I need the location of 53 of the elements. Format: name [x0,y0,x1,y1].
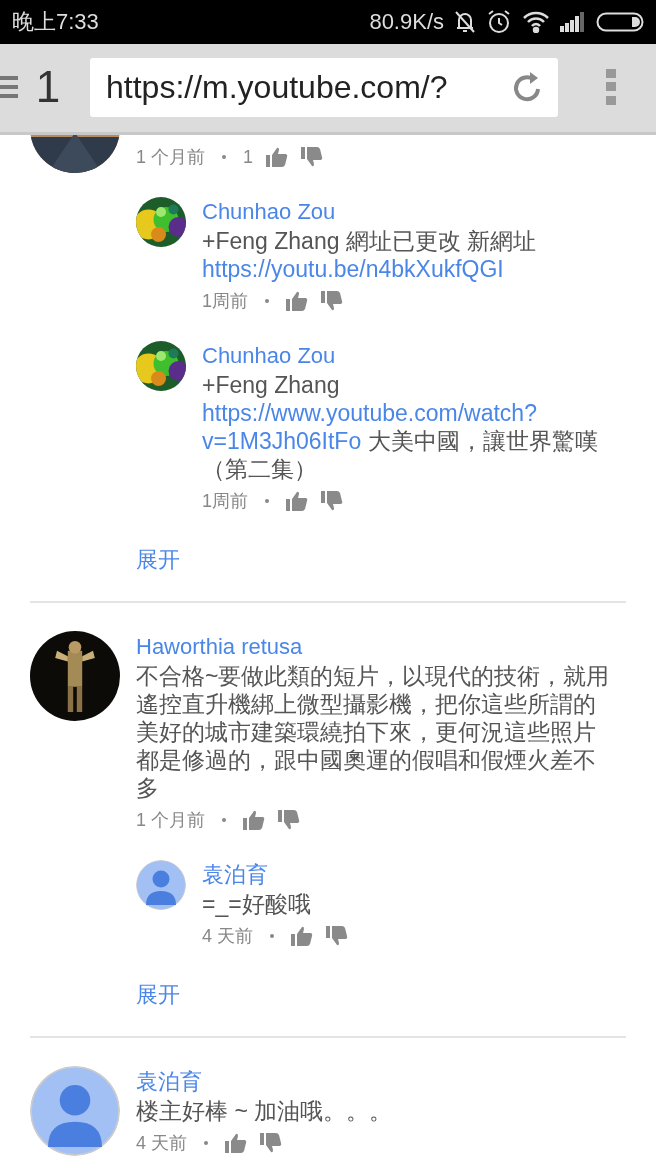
comment-text: 楼主好棒 ~ 加油哦。。。 [136,1097,394,1125]
comment-text: +Feng Zhang https://www.youtube.com/watch? v=1M3Jh06ItFo 大美中國，讓世界驚嘆（第二集） [202,371,599,483]
thumbs-down-icon[interactable] [278,810,300,830]
thumbs-up-icon[interactable] [266,147,289,167]
show-more-link[interactable]: 展开 [136,545,180,575]
comment-link[interactable]: v=1M3Jh06ItFo [202,428,362,454]
thumbs-down-icon[interactable] [326,926,348,946]
battery-icon [596,11,644,33]
comment-time: 1周前 [202,290,248,313]
author-name[interactable]: 袁泊育 [202,860,268,890]
comment-time: 4 天前 [136,1132,187,1155]
author-name[interactable]: 袁泊育 [136,1067,202,1097]
comment-time: 1 个月前 [136,809,205,832]
comment-link[interactable]: https://www.youtube.com/watch? [202,400,537,426]
separator-dot [265,499,269,503]
author-name[interactable]: Haworthia retusa [136,632,303,662]
signal-icon [560,12,586,32]
thumbs-down-icon[interactable] [321,491,343,511]
separator-dot [204,1141,208,1145]
menu-icon[interactable] [0,75,18,99]
thumbs-up-icon[interactable] [225,1133,247,1153]
avatar-icon [30,1066,120,1156]
separator-dot [265,299,269,303]
comment-time: 4 天前 [202,925,253,948]
comment-text: 不合格~要做此類的短片，以現代的技術，就用遙控直升機綁上微型攝影機，把你這些所謂的美好的城市建築環繞拍下來，更何況這些照片都是修過的，跟中國奧運的假唱和假煙火差不多 [136,662,611,802]
tab-count-button[interactable]: 1 [20,62,76,112]
thumbs-up-icon[interactable] [286,491,308,511]
thumbs-down-icon[interactable] [321,291,343,311]
comment-link[interactable]: https://youtu.be/n4bkXukfQGI [202,256,504,282]
alarm-clock-icon [486,9,512,35]
bell-off-icon [454,10,476,34]
avatar-icon [136,860,186,910]
thumbs-down-icon[interactable] [301,147,324,167]
author-name[interactable]: Chunhao Zou [202,341,336,371]
clock-time: 晚上7:33 [12,8,99,36]
thumbs-up-icon[interactable] [286,291,308,311]
comment-time: 1 个月前 [136,146,205,169]
like-count: 1 [243,146,254,168]
comment-text: +Feng Zhang 網址已更改 新網址 https://youtu.be/n4bkXukfQGI [202,227,538,283]
thumbs-up-icon[interactable] [243,810,265,830]
separator-dot [270,934,274,938]
show-more-link[interactable]: 展开 [136,980,180,1010]
thumbs-down-icon[interactable] [260,1133,282,1153]
separator-dot [222,818,226,822]
network-speed: 80.9K/s [369,9,444,35]
author-name[interactable]: Chunhao Zou [202,197,336,227]
more-options-icon[interactable] [606,69,616,105]
comment-text: =_=好酸哦 [202,890,312,918]
separator-dot [222,155,226,159]
thumbs-up-icon[interactable] [291,926,313,946]
comment-time: 1周前 [202,490,248,513]
wifi-icon [522,11,550,33]
url-field[interactable]: https://m.youtube.com/? [90,57,558,117]
